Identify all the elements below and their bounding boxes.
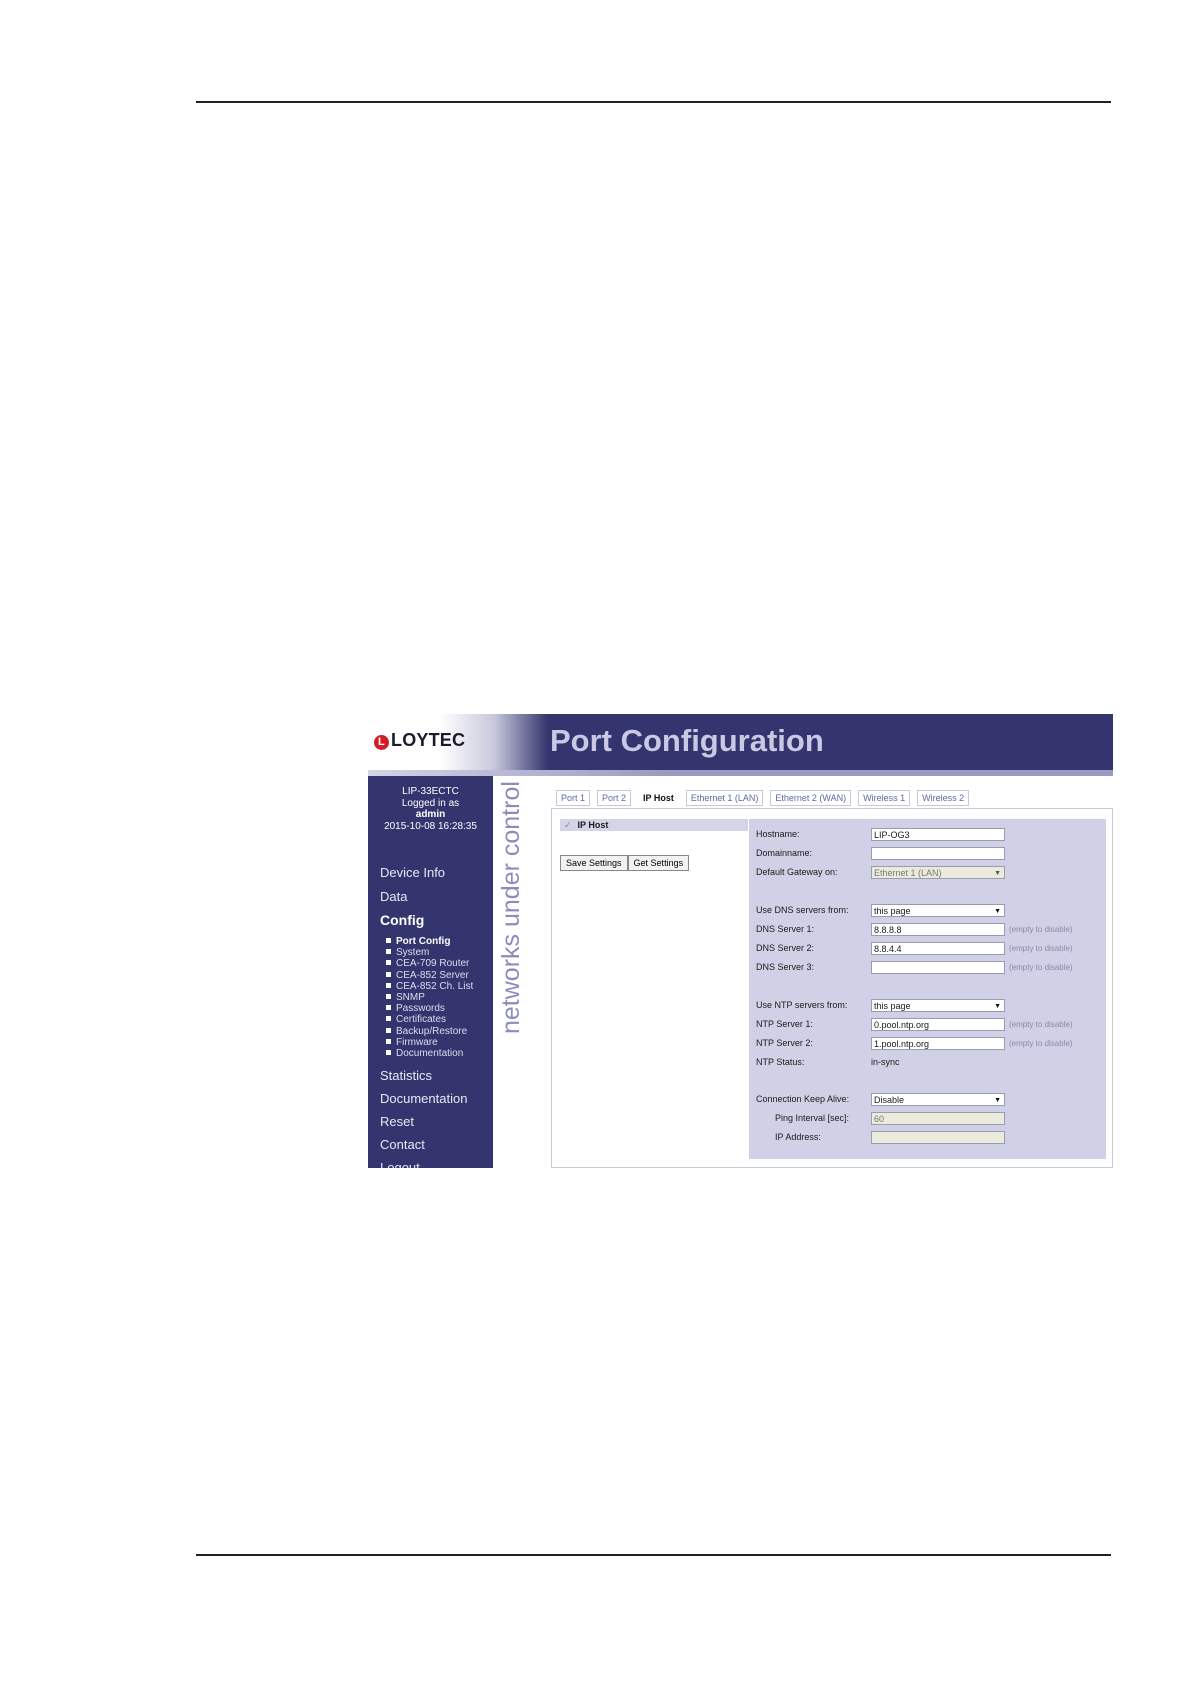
submenu-cea852-ch-list[interactable]: CEA-852 Ch. List [386,981,473,992]
get-settings-button[interactable]: Get Settings [627,855,690,871]
submenu-system[interactable]: System [386,947,473,958]
ntp-server-2-field[interactable]: 1.pool.ntp.org [871,1037,1005,1050]
page-title: Port Configuration [550,723,824,758]
nav-device-info[interactable]: Device Info [380,865,445,880]
submenu-firmware[interactable]: Firmware [386,1037,473,1048]
bullet-icon [386,938,391,943]
dns-server-3-field[interactable] [871,961,1005,974]
username: admin [415,809,446,820]
bullet-icon [386,949,391,955]
header: L LOYTEC Port Configuration [368,714,1113,770]
ntp-status-row: NTP Status: in-sync [756,1057,900,1067]
section-header: ✓ IP Host [560,819,748,831]
bullet-icon [386,994,391,1000]
nav-config[interactable]: Config [380,912,424,928]
nav-statistics[interactable]: Statistics [380,1068,432,1083]
domainname-field[interactable] [871,847,1005,860]
dns3-row: DNS Server 3: (empty to disable) [756,961,1073,974]
ip-address-field[interactable] [871,1131,1005,1144]
nav-data[interactable]: Data [380,889,407,904]
sidebar: LIP-33ECTC Logged in as admin 2015-10-08… [368,776,493,1168]
ntp-from-row: Use NTP servers from: this page [756,999,1101,1013]
bullet-icon [386,982,391,988]
ip-address-row: IP Address: [756,1131,1101,1145]
default-gateway-select[interactable]: Ethernet 1 (LAN) [871,866,1005,879]
ntp-source-select[interactable]: this page [871,999,1005,1012]
ping-interval-field[interactable]: 60 [871,1112,1005,1125]
tab-wireless-2[interactable]: Wireless 2 [917,790,970,806]
tab-ip-host[interactable]: IP Host [638,790,679,806]
bullet-icon [386,1005,391,1011]
nav-documentation[interactable]: Documentation [380,1091,467,1106]
device-info: LIP-33ECTC Logged in as admin 2015-10-08… [368,786,493,832]
hostname-row: Hostname: LIP-OG3 [756,828,1101,842]
submenu-passwords[interactable]: Passwords [386,1003,473,1014]
tab-wireless-1[interactable]: Wireless 1 [858,790,911,806]
bottom-rule [196,1554,1111,1556]
ip-host-form: Hostname: LIP-OG3 Domainname: Default Ga… [749,819,1106,1159]
tab-ethernet-2-wan[interactable]: Ethernet 2 (WAN) [770,790,852,806]
dns1-row: DNS Server 1: 8.8.8.8 (empty to disable) [756,923,1073,936]
loytec-logo: L LOYTEC [374,730,465,751]
web-ui-screenshot: L LOYTEC Port Configuration LIP-33ECTC Lo… [368,714,1113,1168]
submenu-certificates[interactable]: Certificates [386,1014,473,1025]
logged-in-label: Logged in as [401,797,460,809]
bullet-icon [386,1027,391,1033]
hostname-field[interactable]: LIP-OG3 [871,828,1005,841]
bullet-icon [386,971,391,977]
check-icon: ✓ [564,820,572,830]
button-group: Save Settings Get Settings [560,855,690,871]
content-panel: ✓ IP Host Save Settings Get Settings Host… [551,808,1113,1168]
submenu-backup-restore[interactable]: Backup/Restore [386,1026,473,1037]
ntp1-row: NTP Server 1: 0.pool.ntp.org (empty to d… [756,1018,1073,1031]
dns-server-1-field[interactable]: 8.8.8.8 [871,923,1005,936]
section-title: IP Host [577,820,609,830]
nav-logout[interactable]: Logout [380,1160,420,1168]
bullet-icon [386,1050,391,1056]
tab-port-2[interactable]: Port 2 [597,790,632,806]
submenu-cea852-server[interactable]: CEA-852 Server [386,970,473,981]
tab-port-1[interactable]: Port 1 [556,790,591,806]
tab-ethernet-1-lan[interactable]: Ethernet 1 (LAN) [685,790,764,806]
ping-interval-row: Ping Interval [sec]: 60 [756,1112,1101,1126]
submenu-cea709-router[interactable]: CEA-709 Router [386,958,473,969]
bullet-icon [386,960,391,966]
dns-source-select[interactable]: this page [871,904,1005,917]
port-tabs: Port 1 Port 2 IP Host Ethernet 1 (LAN) E… [556,790,970,806]
nav-reset[interactable]: Reset [380,1114,414,1129]
ntp2-row: NTP Server 2: 1.pool.ntp.org (empty to d… [756,1037,1073,1050]
dns2-row: DNS Server 2: 8.8.4.4 (empty to disable) [756,942,1073,955]
logo-mark-icon: L [374,735,389,750]
submenu-documentation[interactable]: Documentation [386,1048,473,1059]
top-rule [196,101,1111,103]
submenu-port-config[interactable]: Port Config [386,936,473,947]
ntp-server-1-field[interactable]: 0.pool.ntp.org [871,1018,1005,1031]
ntp-status-value: in-sync [871,1057,900,1067]
bullet-icon [386,1016,391,1022]
slogan-text: networks under control [497,781,525,1034]
keep-alive-row: Connection Keep Alive: Disable [756,1093,1101,1107]
save-settings-button[interactable]: Save Settings [560,855,628,871]
dns-server-2-field[interactable]: 8.8.4.4 [871,942,1005,955]
dns-from-row: Use DNS servers from: this page [756,904,1101,918]
submenu-snmp[interactable]: SNMP [386,992,473,1003]
nav-contact[interactable]: Contact [380,1137,425,1152]
default-gateway-row: Default Gateway on: Ethernet 1 (LAN) [756,866,1101,880]
bullet-icon [386,1038,391,1044]
device-name: LIP-33ECTC [402,786,459,797]
datetime: 2015-10-08 16:28:35 [384,820,477,832]
keep-alive-select[interactable]: Disable [871,1093,1005,1106]
domainname-row: Domainname: [756,847,1101,861]
config-submenu: Port Config System CEA-709 Router CEA-85… [380,936,473,1059]
